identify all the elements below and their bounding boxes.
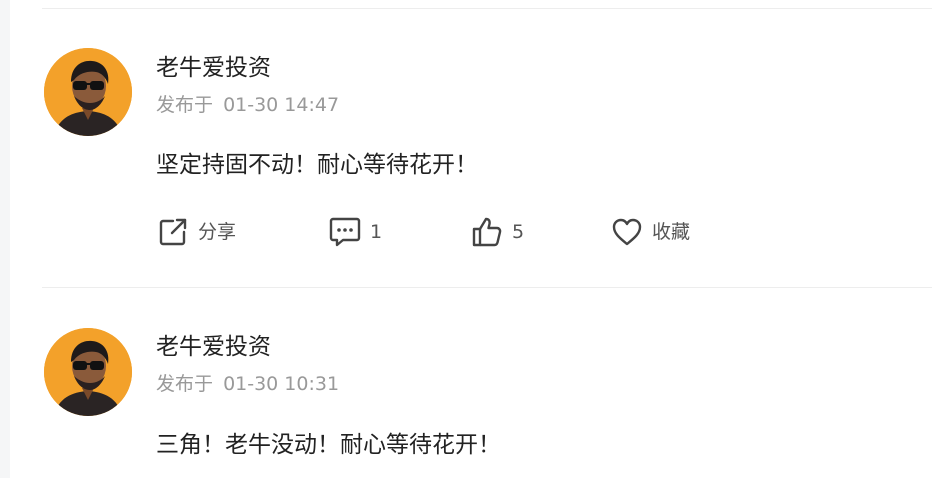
post-timestamp: 发布于 01-30 10:31 bbox=[156, 372, 339, 396]
share-button[interactable]: 分享 bbox=[156, 214, 236, 250]
published-prefix: 发布于 bbox=[156, 94, 214, 116]
avatar-portrait-icon bbox=[44, 328, 132, 416]
comment-button[interactable]: 1 bbox=[328, 214, 382, 250]
like-count: 5 bbox=[512, 221, 525, 243]
share-label: 分享 bbox=[198, 221, 237, 243]
avatar[interactable] bbox=[44, 48, 132, 136]
left-gutter bbox=[0, 0, 10, 478]
published-time: 01-30 10:31 bbox=[223, 373, 340, 395]
username[interactable]: 老牛爱投资 bbox=[156, 333, 271, 361]
favorite-label: 收藏 bbox=[652, 221, 691, 243]
divider bbox=[42, 287, 932, 288]
published-time: 01-30 14:47 bbox=[223, 94, 340, 116]
like-button[interactable]: 5 bbox=[470, 214, 524, 250]
published-prefix: 发布于 bbox=[156, 373, 214, 395]
thumbs-up-icon bbox=[470, 215, 504, 249]
share-icon bbox=[156, 215, 190, 249]
post-actions: 分享 1 5 收藏 bbox=[156, 214, 856, 250]
comment-icon bbox=[328, 215, 362, 249]
post-content: 三角！老牛没动！耐心等待花开！ bbox=[156, 432, 501, 458]
comment-count: 1 bbox=[370, 221, 383, 243]
avatar-portrait-icon bbox=[44, 48, 132, 136]
avatar[interactable] bbox=[44, 328, 132, 416]
post-content: 坚定持固不动！耐心等待花开！ bbox=[156, 152, 478, 178]
divider-top bbox=[42, 8, 932, 9]
post-timestamp: 发布于 01-30 14:47 bbox=[156, 93, 339, 117]
favorite-button[interactable]: 收藏 bbox=[610, 214, 690, 250]
username[interactable]: 老牛爱投资 bbox=[156, 54, 271, 82]
heart-icon bbox=[610, 215, 644, 249]
